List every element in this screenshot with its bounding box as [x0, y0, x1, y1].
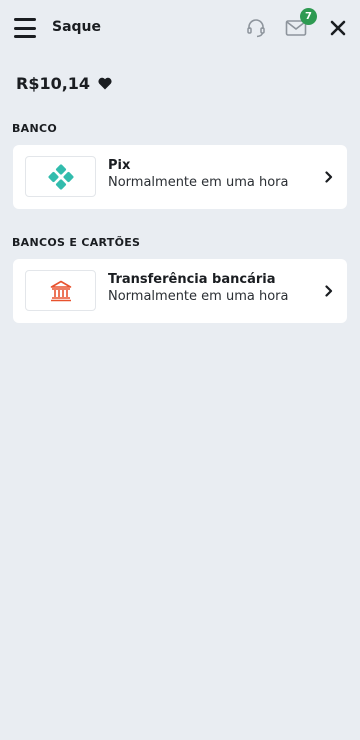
chevron-right-icon — [325, 171, 333, 183]
method-subtitle: Normalmente em uma hora — [108, 289, 289, 304]
section-label-banco: BANCO — [12, 122, 58, 135]
payment-method-bank-transfer[interactable]: Transferência bancária Normalmente em um… — [13, 259, 347, 323]
heart-icon — [98, 77, 112, 90]
pix-icon — [47, 163, 74, 190]
headset-icon[interactable] — [245, 17, 267, 39]
notification-badge: 7 — [300, 8, 317, 25]
balance-amount: R$10,14 — [16, 74, 91, 93]
bank-logo — [25, 270, 96, 311]
bank-icon — [50, 280, 71, 301]
balance-selector[interactable]: R$10,14 — [16, 74, 112, 93]
page-title: Saque — [52, 19, 102, 35]
method-subtitle: Normalmente em uma hora — [108, 175, 289, 190]
section-label-bancos-cartoes: BANCOS E CARTÕES — [12, 236, 141, 249]
hamburger-icon — [14, 18, 36, 21]
chevron-right-icon — [325, 285, 333, 297]
method-name: Pix — [108, 158, 131, 173]
app-header: Saque 7 — [0, 0, 360, 56]
method-name: Transferência bancária — [108, 272, 276, 287]
payment-method-pix[interactable]: Pix Normalmente em uma hora — [13, 145, 347, 209]
menu-button[interactable] — [14, 18, 38, 38]
pix-logo — [25, 156, 96, 197]
close-icon[interactable] — [329, 19, 347, 37]
